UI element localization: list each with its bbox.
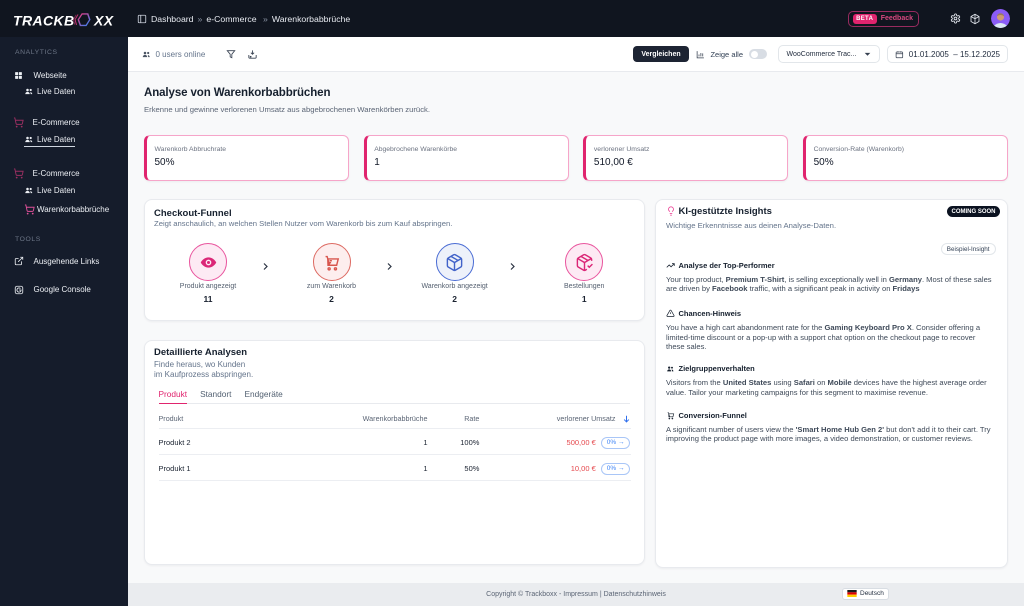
svg-text:XX: XX <box>93 13 115 29</box>
svg-text:TRACKB: TRACKB <box>13 13 75 29</box>
